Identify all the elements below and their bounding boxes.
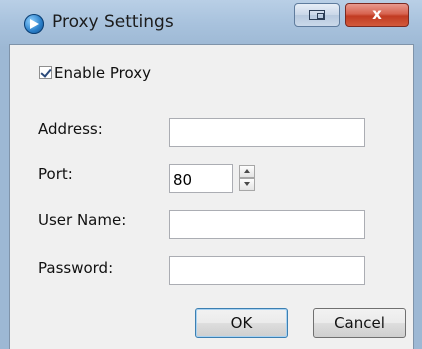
port-spinner[interactable] [239, 165, 255, 191]
spin-up-icon[interactable] [239, 165, 255, 178]
port-label: Port: [38, 165, 73, 183]
password-label: Password: [38, 259, 114, 277]
cancel-button[interactable]: Cancel [313, 308, 406, 338]
spin-down-icon[interactable] [239, 178, 255, 191]
enable-proxy-checkbox[interactable] [39, 66, 52, 79]
enable-proxy-label[interactable]: Enable Proxy [54, 64, 151, 82]
port-input[interactable]: 80 [169, 164, 233, 193]
address-label: Address: [38, 120, 103, 138]
ok-button[interactable]: OK [195, 308, 288, 338]
restore-icon [309, 10, 325, 20]
proxy-settings-window: Proxy Settings x Enable Proxy Address: P… [0, 0, 422, 349]
user-name-label: User Name: [38, 211, 127, 229]
user-name-input[interactable] [169, 210, 365, 239]
title-bar[interactable]: Proxy Settings x [0, 0, 422, 44]
password-input[interactable] [169, 256, 365, 285]
restore-button[interactable] [294, 3, 340, 27]
address-input[interactable] [169, 118, 365, 147]
app-icon [24, 14, 44, 34]
close-button[interactable]: x [345, 3, 409, 27]
window-title: Proxy Settings [52, 12, 174, 32]
dialog-body: Enable Proxy Address: Port: 80 User Name… [9, 44, 414, 349]
